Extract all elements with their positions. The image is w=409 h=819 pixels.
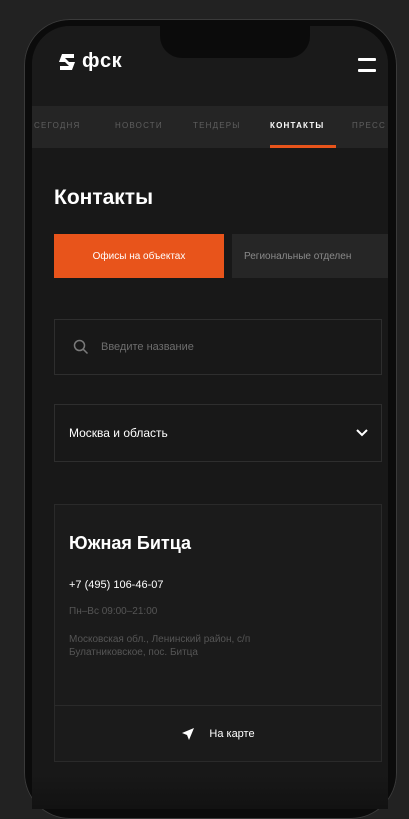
search-input[interactable]: Введите название: [54, 319, 382, 375]
tab-regional-offices[interactable]: Региональные отделен: [232, 234, 388, 278]
office-title: Южная Битца: [69, 533, 192, 553]
office-card: Южная Битца +7 (495) 106-46-07 Пн–Вс 09:…: [54, 504, 382, 762]
tab-tendery[interactable]: ТЕНДЕРЫ: [193, 121, 241, 130]
navigation-arrow-icon: [182, 727, 195, 740]
tab-kontakty[interactable]: КОНТАКТЫ: [270, 121, 324, 130]
tab-novosti[interactable]: НОВОСТИ: [115, 121, 163, 130]
search-icon: [73, 339, 89, 355]
office-phone[interactable]: +7 (495) 106-46-07: [69, 579, 163, 591]
brand-name: фск: [82, 50, 123, 72]
page-title: Контакты: [54, 186, 154, 209]
chevron-down-icon: [356, 429, 368, 437]
tab-segodnya[interactable]: СЕГОДНЯ: [34, 121, 80, 130]
map-button-label: На карте: [209, 727, 255, 740]
bottom-area: [32, 774, 388, 809]
brand-logo[interactable]: фск: [58, 50, 122, 73]
show-on-map-button[interactable]: На карте: [55, 705, 381, 761]
office-address: Московская обл., Ленинский район, с/п Бу…: [69, 634, 251, 658]
phone-notch: [160, 26, 310, 58]
search-placeholder: Введите название: [101, 341, 194, 353]
region-select[interactable]: Москва и область: [54, 404, 382, 462]
hamburger-icon[interactable]: [358, 58, 376, 72]
active-tab-indicator: [270, 145, 336, 148]
tab-press[interactable]: ПРЕСС: [352, 121, 386, 130]
section-nav: СЕГОДНЯ НОВОСТИ ТЕНДЕРЫ КОНТАКТЫ ПРЕСС: [32, 106, 388, 148]
fsk-logo-mark-icon: [59, 53, 75, 70]
region-select-value: Москва и область: [69, 426, 168, 440]
tab-offices-on-sites[interactable]: Офисы на объектах: [54, 234, 224, 278]
phone-screen: фск СЕГОДНЯ НОВОСТИ ТЕНДЕРЫ КОНТАКТЫ ПРЕ…: [32, 26, 388, 809]
office-hours: Пн–Вс 09:00–21:00: [69, 606, 158, 617]
